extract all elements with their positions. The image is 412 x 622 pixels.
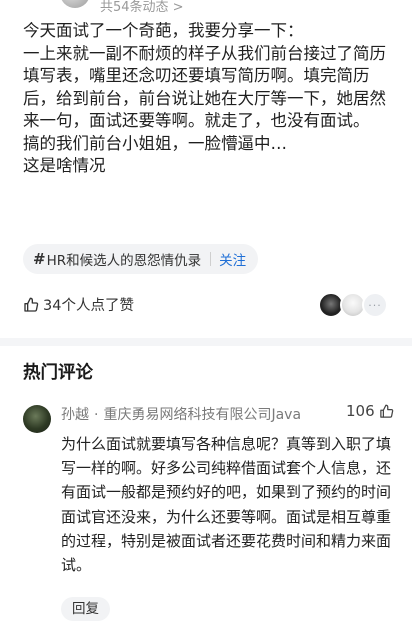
commenter-name[interactable]: 孙越: [61, 407, 89, 423]
commenter-avatar[interactable]: [23, 405, 51, 433]
hot-comments-title: 热门评论: [23, 363, 93, 383]
post-paragraph: 这是啥情况: [23, 156, 106, 175]
thumb-up-icon: [379, 404, 393, 418]
author-avatar[interactable]: [60, 0, 90, 8]
topic-divider: [210, 252, 212, 266]
thumb-up-icon: [24, 297, 39, 312]
post-paragraph: 搞的我们前台小姐姐，一脸懵逼中…: [23, 133, 287, 153]
comment-like-button[interactable]: 106: [346, 402, 394, 420]
post-paragraph: 一上来就一副不耐烦的样子从我们前台接过了简历填写表，嘴里还念叨还要填写简历啊。填…: [23, 43, 386, 131]
comment-header: 孙越 · 重庆勇易网络科技有限公司Java: [61, 404, 301, 424]
meta-separator: ·: [94, 407, 99, 423]
post-body: 今天面试了一个奇葩，我要分享一下： 一上来就一副不耐烦的样子从我们前台接过了简历…: [23, 20, 395, 178]
section-divider: [0, 338, 412, 346]
more-likers-icon[interactable]: ···: [362, 292, 388, 318]
topic-label: HR和候选人的恩怨情仇录: [46, 253, 202, 269]
comment-like-count: 106: [346, 402, 375, 420]
liker-avatars[interactable]: ···: [318, 292, 388, 318]
post-paragraph: 今天面试了一个奇葩，我要分享一下：: [23, 21, 304, 40]
reply-button[interactable]: 回复: [61, 597, 110, 621]
follow-topic-button[interactable]: 关注: [219, 249, 246, 269]
top-author-strip[interactable]: 共54条动态 >: [0, 0, 412, 14]
like-summary[interactable]: 34个人点了赞: [23, 294, 134, 315]
likes-count-text: 34个人点了赞: [43, 298, 134, 314]
comment-text: 为什么面试就要填写各种信息呢？真等到入职了填写一样的啊。好多公司纯粹借面试套个人…: [61, 435, 392, 575]
hash-icon: #: [33, 250, 46, 268]
commenter-company: 重庆勇易网络科技有限公司Java: [103, 407, 302, 423]
dynamic-count-link[interactable]: 共54条动态 >: [100, 0, 184, 14]
topic-tag[interactable]: # HR和候选人的恩怨情仇录 关注: [23, 244, 259, 274]
